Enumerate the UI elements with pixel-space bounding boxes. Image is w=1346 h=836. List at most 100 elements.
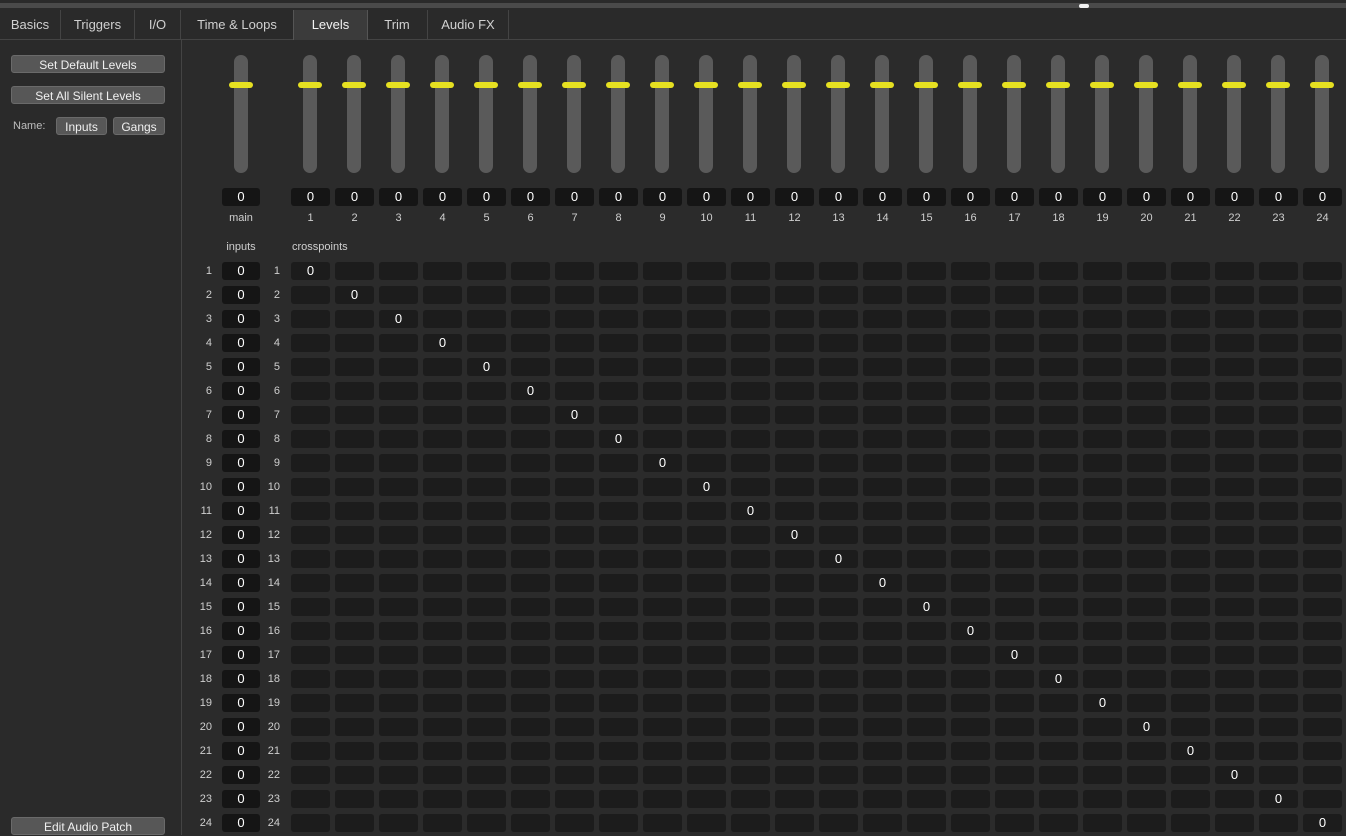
crosspoint-cell[interactable] (1171, 526, 1210, 544)
crosspoint-cell[interactable] (863, 406, 902, 424)
crosspoint-cell[interactable] (1083, 622, 1122, 640)
crosspoint-cell[interactable] (335, 358, 374, 376)
tab-io[interactable]: I/O (135, 10, 181, 39)
crosspoint-cell[interactable] (335, 598, 374, 616)
output-level-value[interactable]: 0 (335, 188, 374, 206)
crosspoint-cell[interactable] (599, 718, 638, 736)
crosspoint-cell[interactable] (775, 262, 814, 280)
crosspoint-cell[interactable] (863, 598, 902, 616)
crosspoint-cell[interactable] (467, 574, 506, 592)
crosspoint-cell[interactable] (863, 718, 902, 736)
crosspoint-cell[interactable] (423, 574, 462, 592)
crosspoint-cell[interactable] (863, 646, 902, 664)
crosspoint-cell[interactable] (1171, 766, 1210, 784)
crosspoint-cell-active[interactable]: 0 (995, 646, 1034, 664)
crosspoint-cell[interactable] (335, 718, 374, 736)
output-level-value[interactable]: 0 (1083, 188, 1122, 206)
crosspoint-cell[interactable] (863, 358, 902, 376)
crosspoint-cell[interactable] (1303, 478, 1342, 496)
crosspoint-cell[interactable] (291, 382, 330, 400)
crosspoint-cell[interactable] (423, 382, 462, 400)
output-fader-16[interactable] (958, 55, 982, 173)
crosspoint-cell[interactable] (1215, 646, 1254, 664)
crosspoint-cell[interactable] (1127, 430, 1166, 448)
crosspoint-cell[interactable] (291, 742, 330, 760)
crosspoint-cell[interactable] (731, 334, 770, 352)
crosspoint-cell[interactable] (1171, 430, 1210, 448)
crosspoint-cell[interactable] (599, 406, 638, 424)
crosspoint-cell[interactable] (423, 358, 462, 376)
crosspoint-cell[interactable] (599, 670, 638, 688)
crosspoint-cell[interactable] (511, 742, 550, 760)
crosspoint-cell[interactable] (731, 526, 770, 544)
crosspoint-cell-active[interactable]: 0 (335, 286, 374, 304)
output-fader-8[interactable] (606, 55, 630, 173)
crosspoint-cell[interactable] (1083, 670, 1122, 688)
crosspoint-cell[interactable] (1083, 454, 1122, 472)
output-level-value[interactable]: 0 (1215, 188, 1254, 206)
crosspoint-cell[interactable] (995, 358, 1034, 376)
crosspoint-cell[interactable] (819, 670, 858, 688)
crosspoint-cell[interactable] (599, 454, 638, 472)
crosspoint-cell[interactable] (643, 550, 682, 568)
crosspoint-cell[interactable] (731, 382, 770, 400)
crosspoint-cell[interactable] (335, 478, 374, 496)
crosspoint-cell[interactable] (1215, 790, 1254, 808)
output-fader-thumb[interactable] (518, 82, 542, 88)
crosspoint-cell[interactable] (423, 286, 462, 304)
crosspoint-cell[interactable] (643, 598, 682, 616)
tab-levels[interactable]: Levels (293, 10, 368, 40)
output-level-value[interactable]: 0 (775, 188, 814, 206)
output-fader-3[interactable] (386, 55, 410, 173)
crosspoint-cell[interactable] (599, 814, 638, 832)
crosspoint-cell[interactable] (423, 694, 462, 712)
output-fader-17[interactable] (1002, 55, 1026, 173)
crosspoint-cell[interactable] (511, 334, 550, 352)
crosspoint-cell[interactable] (335, 790, 374, 808)
crosspoint-cell[interactable] (1171, 622, 1210, 640)
crosspoint-cell[interactable] (907, 814, 946, 832)
output-fader-18[interactable] (1046, 55, 1070, 173)
output-fader-thumb[interactable] (914, 82, 938, 88)
crosspoint-cell[interactable] (467, 310, 506, 328)
crosspoint-cell[interactable] (1039, 382, 1078, 400)
crosspoint-cell[interactable] (1215, 574, 1254, 592)
crosspoint-cell[interactable] (467, 646, 506, 664)
crosspoint-cell[interactable] (1127, 358, 1166, 376)
crosspoint-cell[interactable] (467, 718, 506, 736)
crosspoint-cell[interactable] (951, 574, 990, 592)
crosspoint-cell[interactable] (1215, 334, 1254, 352)
crosspoint-cell[interactable] (907, 406, 946, 424)
crosspoint-cell[interactable] (1171, 286, 1210, 304)
crosspoint-cell[interactable] (687, 262, 726, 280)
crosspoint-cell[interactable] (1303, 694, 1342, 712)
crosspoint-cell[interactable] (1259, 310, 1298, 328)
crosspoint-cell[interactable] (863, 670, 902, 688)
crosspoint-cell-active[interactable]: 0 (599, 430, 638, 448)
crosspoint-cell[interactable] (1259, 478, 1298, 496)
crosspoint-cell[interactable] (1215, 382, 1254, 400)
crosspoint-cell[interactable] (1039, 478, 1078, 496)
crosspoint-cell[interactable] (1215, 694, 1254, 712)
crosspoint-cell[interactable] (599, 646, 638, 664)
crosspoint-cell[interactable] (379, 646, 418, 664)
crosspoint-cell[interactable] (1083, 526, 1122, 544)
crosspoint-cell[interactable] (291, 694, 330, 712)
crosspoint-cell[interactable] (1259, 550, 1298, 568)
crosspoint-cell[interactable] (687, 502, 726, 520)
crosspoint-cell[interactable] (511, 502, 550, 520)
crosspoint-cell[interactable] (511, 718, 550, 736)
crosspoint-cell[interactable] (335, 646, 374, 664)
crosspoint-cell[interactable] (511, 310, 550, 328)
crosspoint-cell[interactable] (511, 646, 550, 664)
crosspoint-cell[interactable] (335, 574, 374, 592)
crosspoint-cell[interactable] (1171, 382, 1210, 400)
crosspoint-cell[interactable] (423, 814, 462, 832)
crosspoint-cell[interactable] (335, 382, 374, 400)
crosspoint-cell[interactable] (907, 742, 946, 760)
crosspoint-cell[interactable] (335, 670, 374, 688)
crosspoint-cell[interactable] (687, 742, 726, 760)
crosspoint-cell[interactable] (951, 766, 990, 784)
crosspoint-cell[interactable] (1259, 526, 1298, 544)
crosspoint-cell[interactable] (1259, 382, 1298, 400)
